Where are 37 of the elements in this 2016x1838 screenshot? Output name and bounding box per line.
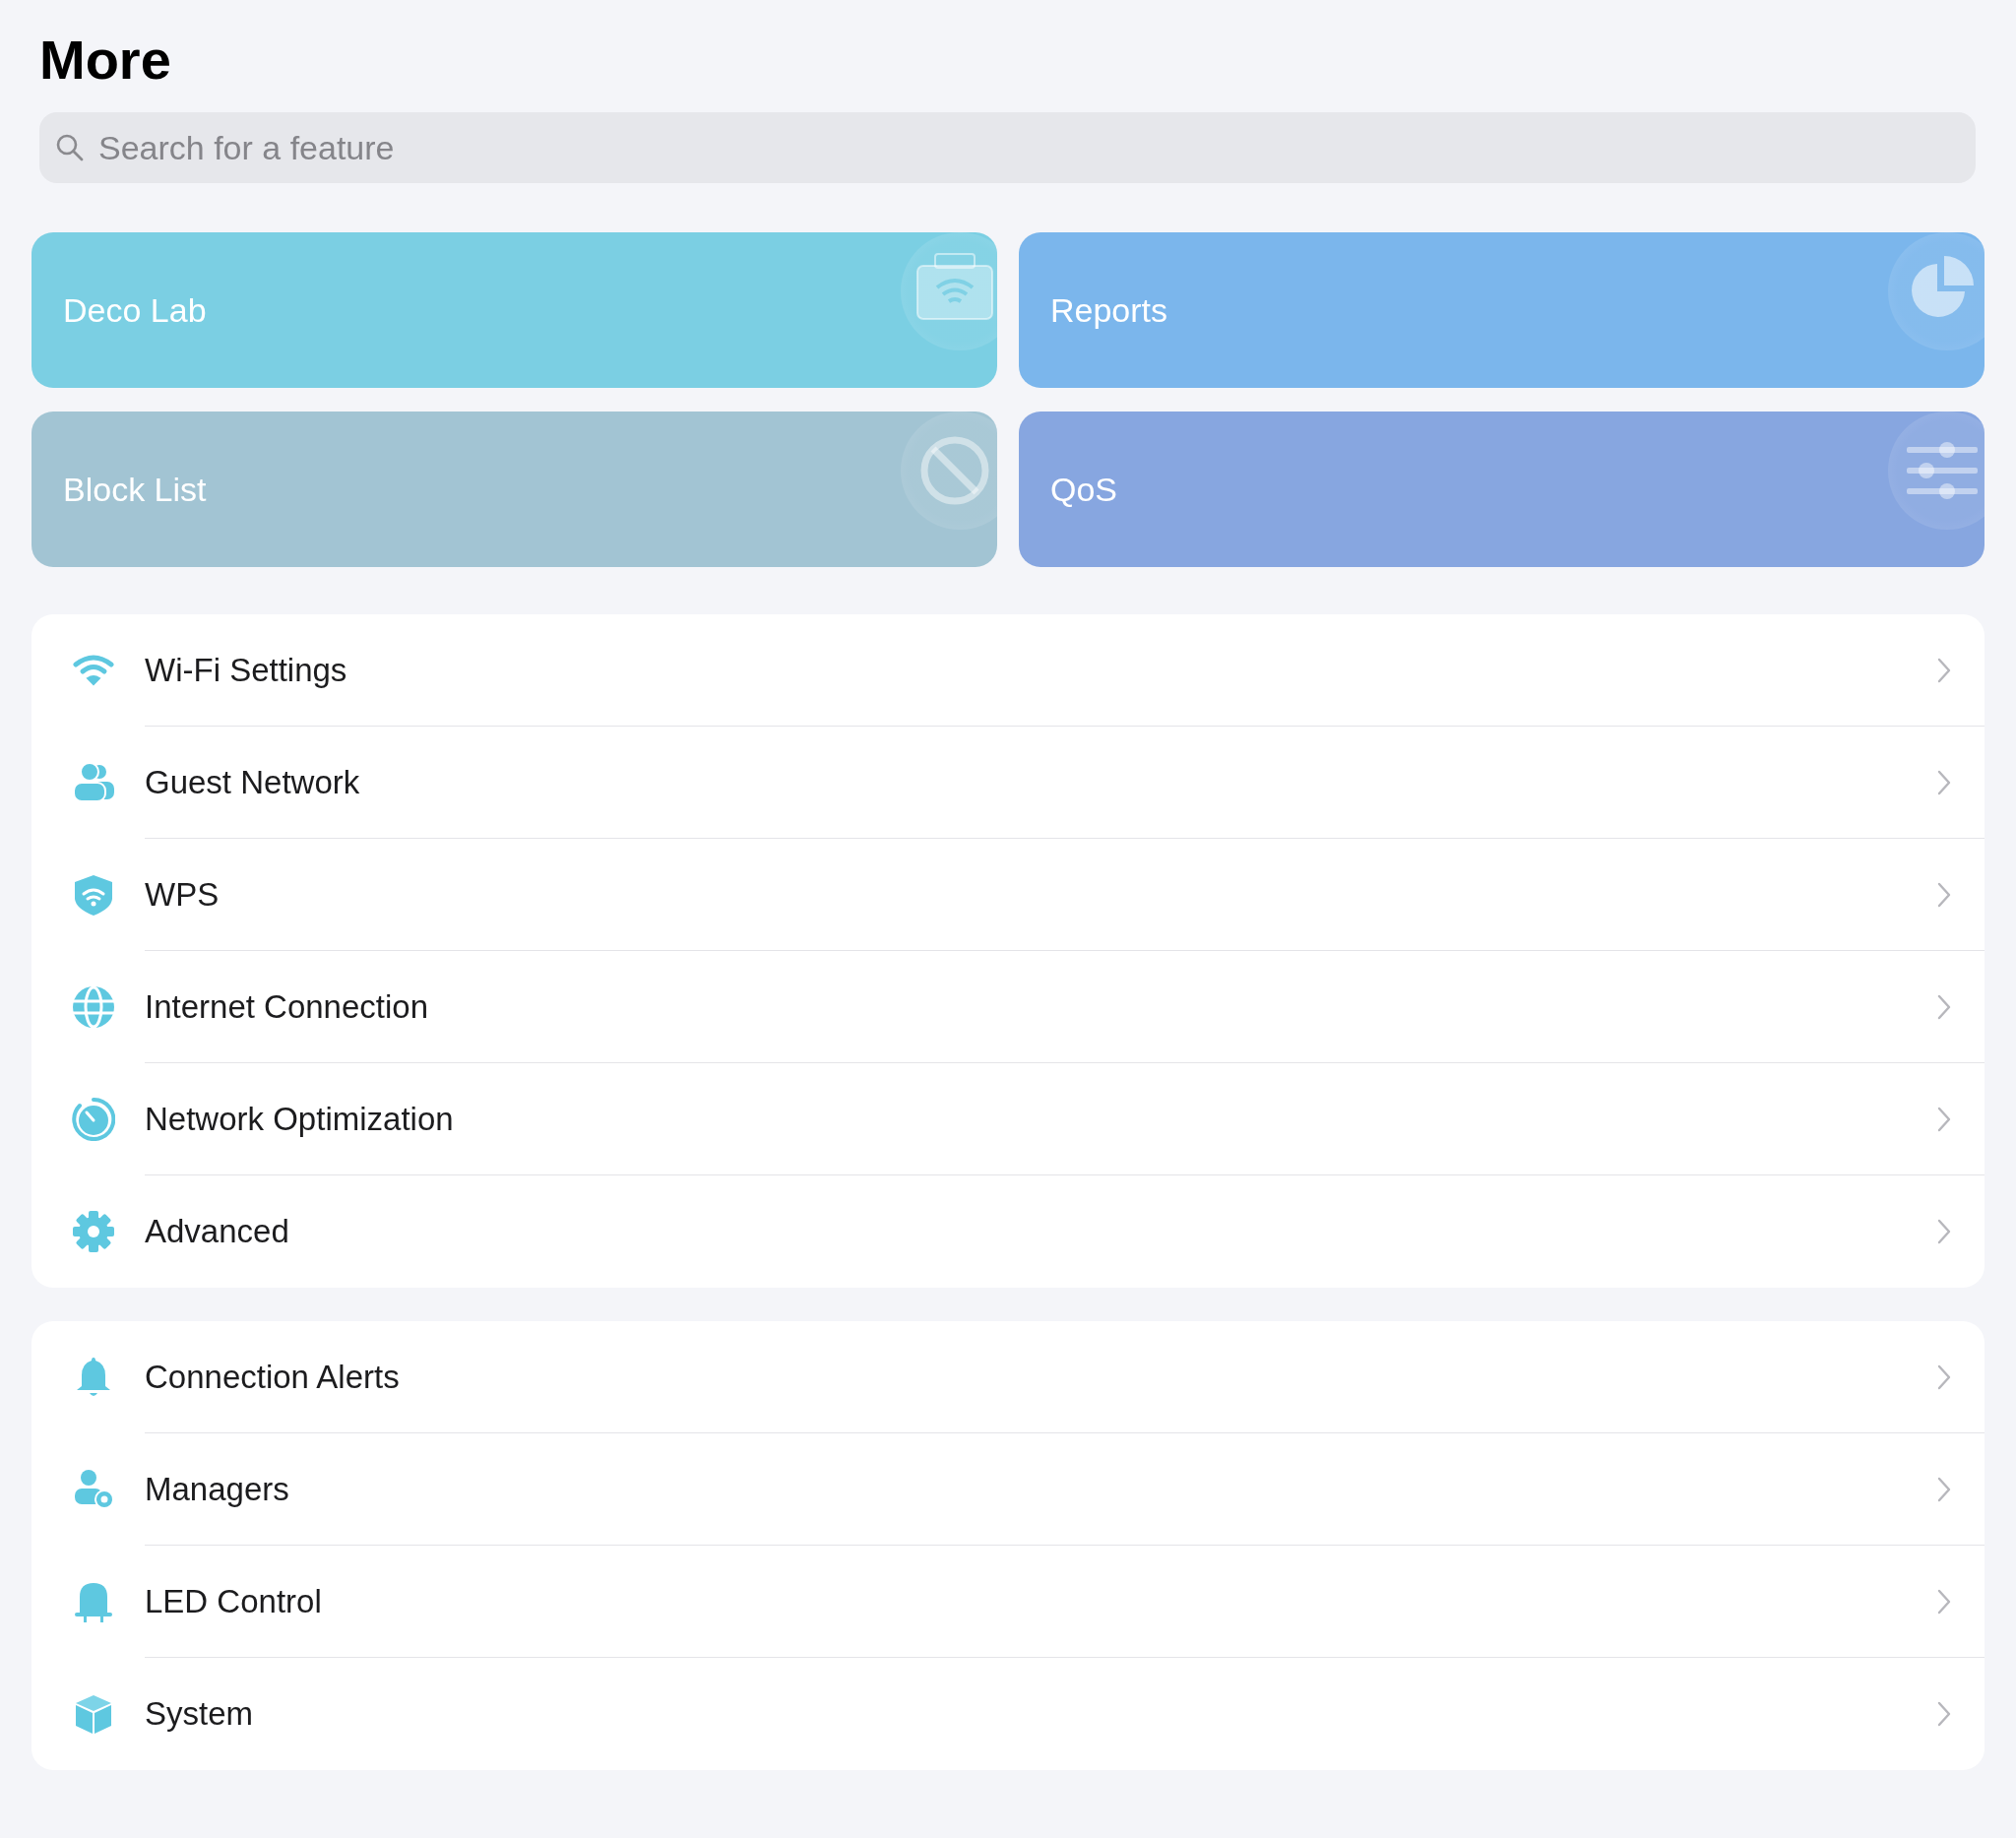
chevron-right-icon [1937,881,1951,908]
chevron-right-icon [1937,1219,1951,1244]
row-label: LED Control [145,1582,322,1620]
shield-icon [72,873,115,917]
row-label: Advanced [145,1213,289,1250]
chevron-right-icon [1937,1588,1951,1615]
chevron-right-icon [1937,1476,1951,1502]
globe-icon [72,985,115,1029]
chevron-right-icon [1937,993,1951,1020]
row-label: Managers [145,1470,289,1508]
settings-row[interactable]: Wi-Fi Settings [32,614,1984,727]
settings-row[interactable]: Network Optimization [32,1063,1984,1175]
settings-row[interactable]: Internet Connection [32,951,1984,1063]
settings-row[interactable]: Guest Network [32,727,1984,839]
settings-row[interactable]: WPS [32,839,1984,951]
row-label: Network Optimization [145,1100,454,1138]
gauge-icon [72,1098,115,1141]
chevron-right-icon [1937,657,1951,683]
row-label: WPS [145,875,220,914]
page-title: More [39,28,172,93]
settings-row[interactable]: LED Control [32,1546,1984,1658]
settings-row[interactable]: Connection Alerts [32,1321,1984,1433]
chevron-right-icon [1937,769,1951,795]
search-field[interactable]: Search for a feature [39,112,1976,183]
chevron-right-icon [1937,1363,1951,1390]
row-label: Internet Connection [145,987,429,1026]
row-label: Wi-Fi Settings [145,651,347,689]
chevron-right-icon [1937,1106,1951,1132]
row-label: Connection Alerts [145,1358,400,1396]
row-label: System [145,1695,254,1733]
chevron-right-icon [1937,1701,1951,1727]
row-label: Guest Network [145,763,360,801]
settings-row[interactable]: Managers [32,1433,1984,1546]
settings-icon [72,1210,115,1253]
settings-row[interactable]: System [32,1658,1984,1770]
settings-row[interactable]: Advanced [32,1175,1984,1288]
led-icon [72,1580,115,1623]
